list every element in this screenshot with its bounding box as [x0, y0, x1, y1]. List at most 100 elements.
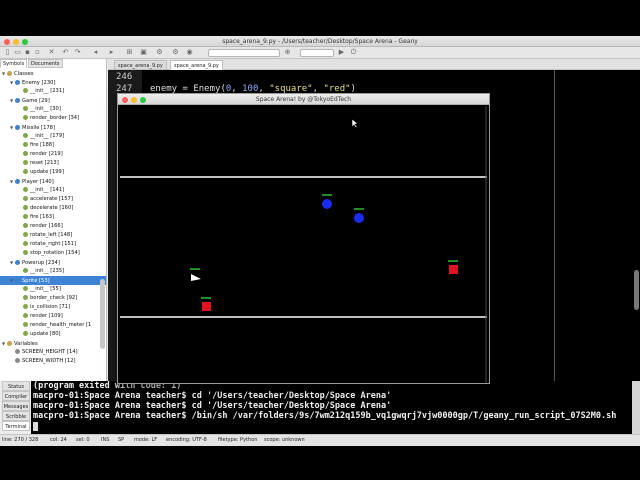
- goto-icon[interactable]: ▶: [338, 49, 345, 56]
- symbol-member[interactable]: decelerate [160]: [0, 204, 106, 213]
- symbol-member[interactable]: __init__ [235]: [0, 267, 106, 276]
- redo-icon[interactable]: ↷: [74, 49, 81, 56]
- quit-icon[interactable]: ⏻: [350, 49, 357, 56]
- method-icon: [23, 250, 28, 255]
- symbol-class[interactable]: ▼ Enemy [230]: [0, 78, 106, 87]
- canvas-background: [120, 106, 487, 383]
- symbol-label: stop_rotation [154]: [30, 250, 80, 256]
- tab-documents[interactable]: Documents: [28, 59, 63, 68]
- symbol-label: update [80]: [30, 331, 61, 337]
- symbol-member[interactable]: fire [188]: [0, 141, 106, 150]
- enemy: [202, 302, 211, 311]
- open-icon[interactable]: ▭: [14, 49, 21, 56]
- tab-space-arena-9-active[interactable]: space_arena_9.py: [170, 60, 223, 70]
- powerup: [354, 213, 364, 223]
- symbol-class[interactable]: SCREEN_HEIGHT [14]: [0, 348, 106, 357]
- navigate-icon[interactable]: ▸: [108, 49, 115, 56]
- symbol-class[interactable]: ▼ Powerup [234]: [0, 258, 106, 267]
- game-canvas[interactable]: [120, 106, 487, 383]
- game-titlebar[interactable]: Space Arena! by @TokyoEdTech: [118, 94, 489, 105]
- tab-symbols[interactable]: Symbols: [0, 59, 28, 68]
- symbol-class[interactable]: SCREEN_WIDTH [12]: [0, 357, 106, 366]
- var-icon: [15, 349, 20, 354]
- game-title: Space Arena! by @TokyoEdTech: [255, 96, 352, 103]
- symbol-member[interactable]: accelerate [157]: [0, 195, 106, 204]
- long-line-marker: [554, 70, 555, 381]
- geany-titlebar[interactable]: space_arena_9.py - /Users/teacher/Deskto…: [0, 36, 640, 47]
- build-icon[interactable]: ⚙: [156, 49, 163, 56]
- symbol-class[interactable]: ▼ Game [29]: [0, 96, 106, 105]
- goto-line-field[interactable]: [300, 49, 334, 57]
- status-sp: SP: [118, 437, 125, 443]
- message-panel: Status Compiler Messages Scribble Termin…: [0, 381, 640, 434]
- symbol-member[interactable]: __init__ [55]: [0, 285, 106, 294]
- symbol-label: rotate_right [151]: [30, 241, 77, 247]
- terminal-line: macpro-01:Space Arena teacher$ cd '/User…: [33, 391, 392, 401]
- symbol-member[interactable]: __init__ [231]: [0, 87, 106, 96]
- new-file-icon[interactable]: ▯: [4, 49, 11, 56]
- class-icon: [15, 278, 20, 283]
- symbol-member[interactable]: render [166]: [0, 222, 106, 231]
- tab-messages[interactable]: Messages: [2, 401, 30, 411]
- method-icon: [23, 304, 28, 309]
- terminal[interactable]: (program exited with code: 1) macpro-01:…: [31, 381, 633, 434]
- status-mode: mode: LF: [134, 437, 158, 443]
- symbol-member[interactable]: fire [163]: [0, 213, 106, 222]
- tab-terminal[interactable]: Terminal: [2, 421, 30, 431]
- back-icon[interactable]: ◂: [92, 49, 99, 56]
- symbol-member[interactable]: update [199]: [0, 168, 106, 177]
- symbol-member[interactable]: update [80]: [0, 330, 106, 339]
- symbol-class[interactable]: ▼ Missile [178]: [0, 123, 106, 132]
- enemy: [449, 265, 458, 274]
- symbol-label: __init__ [231]: [30, 88, 65, 94]
- undo-icon[interactable]: ↶: [62, 49, 69, 56]
- symbol-member[interactable]: rotate_left [148]: [0, 231, 106, 240]
- symbol-class[interactable]: ▼ Player [140]: [0, 177, 106, 186]
- tab-status[interactable]: Status: [2, 381, 30, 391]
- symbol-member[interactable]: render [109]: [0, 312, 106, 321]
- symbol-label: update [199]: [30, 169, 64, 175]
- symbol-member[interactable]: rotate_right [151]: [0, 240, 106, 249]
- symbol-member[interactable]: render_border [34]: [0, 114, 106, 123]
- sidebar-scrollbar[interactable]: [100, 279, 105, 349]
- status-col: col: 24: [50, 437, 67, 443]
- symbol-group[interactable]: ▼ Variables: [0, 339, 106, 348]
- symbol-label: __init__ [235]: [30, 268, 65, 274]
- method-icon: [23, 133, 28, 138]
- symbol-member[interactable]: __init__ [30]: [0, 105, 106, 114]
- symbol-member[interactable]: __init__ [141]: [0, 186, 106, 195]
- symbol-member[interactable]: border_check [92]: [0, 294, 106, 303]
- method-icon: [23, 241, 28, 246]
- symbol-class[interactable]: ▼ Sprite [53]: [0, 276, 106, 285]
- compile-icon[interactable]: ▣: [140, 49, 147, 56]
- game-window[interactable]: Space Arena! by @TokyoEdTech: [117, 93, 490, 384]
- save-all-icon[interactable]: ▫: [34, 49, 41, 56]
- color-icon[interactable]: ◉: [186, 49, 193, 56]
- tab-space-arena-9[interactable]: space_arena_9.py: [114, 60, 167, 70]
- symbol-member[interactable]: render [219]: [0, 150, 106, 159]
- tab-scribble[interactable]: Scribble: [2, 411, 30, 421]
- symbol-member[interactable]: stop_rotation [154]: [0, 249, 106, 258]
- symbol-label: __init__ [30]: [30, 106, 61, 112]
- editor-scrollbar[interactable]: [634, 270, 639, 310]
- symbol-member[interactable]: reset [213]: [0, 159, 106, 168]
- terminal-scrollbar[interactable]: [632, 381, 640, 434]
- symbol-member[interactable]: render_health_meter [1: [0, 321, 106, 330]
- symbol-member[interactable]: is_collision [71]: [0, 303, 106, 312]
- symbol-group[interactable]: ▼ Classes: [0, 69, 106, 78]
- run-icon[interactable]: ⚙: [172, 49, 179, 56]
- save-icon[interactable]: ▪: [24, 49, 31, 56]
- symbol-label: is_collision [71]: [30, 304, 70, 310]
- search-field[interactable]: [208, 49, 280, 57]
- close-icon[interactable]: ✕: [48, 49, 55, 56]
- method-icon: [23, 286, 28, 291]
- terminal-line: macpro-01:Space Arena teacher$ cd '/User…: [33, 401, 392, 411]
- symbol-label: decelerate [160]: [30, 205, 74, 211]
- find-icon[interactable]: ⊕: [284, 49, 291, 56]
- symbol-member[interactable]: __init__ [179]: [0, 132, 106, 141]
- jump-icon[interactable]: ⊞: [126, 49, 133, 56]
- method-icon: [23, 115, 28, 120]
- powerup: [322, 199, 332, 209]
- sidebar: Symbols Documents ▼ Classes ▼ Enemy [230] __…: [0, 59, 107, 381]
- tab-compiler[interactable]: Compiler: [2, 391, 30, 401]
